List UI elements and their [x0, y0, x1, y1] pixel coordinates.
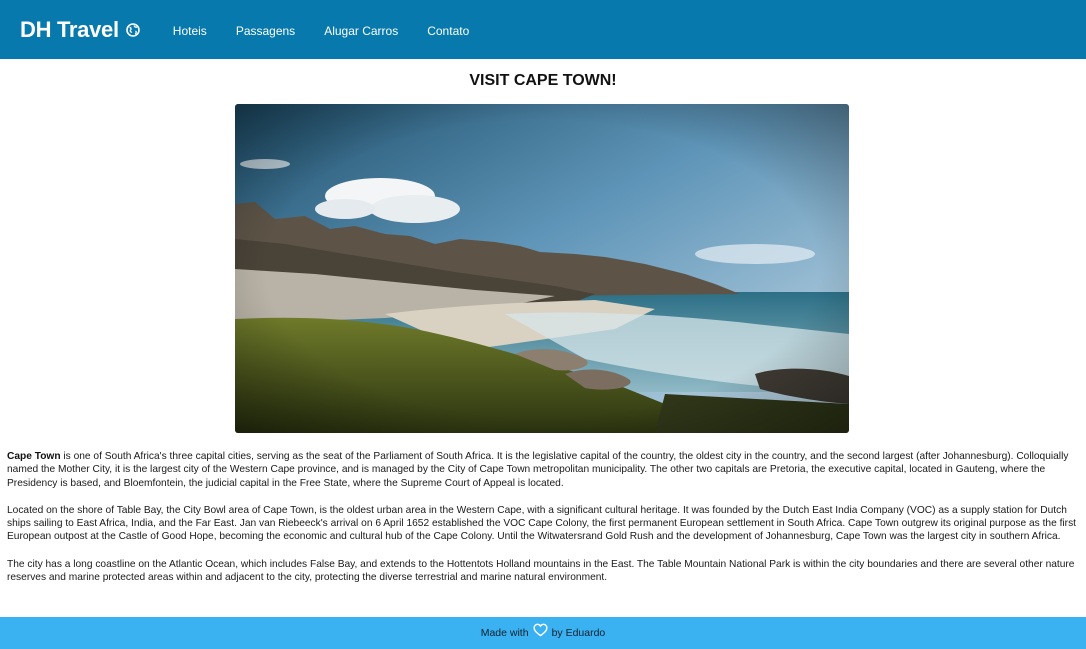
page-title: VISIT CAPE TOWN!	[469, 72, 617, 89]
paragraph-intro: Cape Town is one of South Africa's three…	[7, 450, 1079, 490]
brand-name: DH Travel	[20, 16, 119, 42]
globe-icon	[125, 22, 140, 37]
nav-link-contato[interactable]: Contato	[427, 24, 469, 38]
paragraph-geography: The city has a long coastline on the Atl…	[7, 558, 1075, 584]
paragraph-history: Located on the shore of Table Bay, the C…	[7, 504, 1077, 543]
brand-logo[interactable]: DH Travel	[20, 17, 140, 43]
paragraph-text: is one of South Africa's three capital c…	[7, 451, 1069, 489]
footer: Made with by Eduardo	[0, 617, 1086, 649]
article-content: Cape Town is one of South Africa's three…	[7, 450, 1079, 598]
cape-town-hero-image	[235, 104, 849, 433]
paragraph-lead: Cape Town	[7, 451, 61, 462]
nav-link-alugar-carros[interactable]: Alugar Carros	[324, 24, 398, 38]
navbar: DH Travel Hoteis Passagens Alugar Carros…	[0, 0, 1086, 59]
main-nav: Hoteis Passagens Alugar Carros Contato	[173, 24, 498, 38]
footer-made-with: Made with	[480, 627, 529, 639]
heart-icon	[533, 623, 548, 637]
nav-link-hoteis[interactable]: Hoteis	[173, 24, 207, 38]
footer-author: by Eduardo	[551, 627, 606, 639]
nav-link-passagens[interactable]: Passagens	[236, 24, 295, 38]
